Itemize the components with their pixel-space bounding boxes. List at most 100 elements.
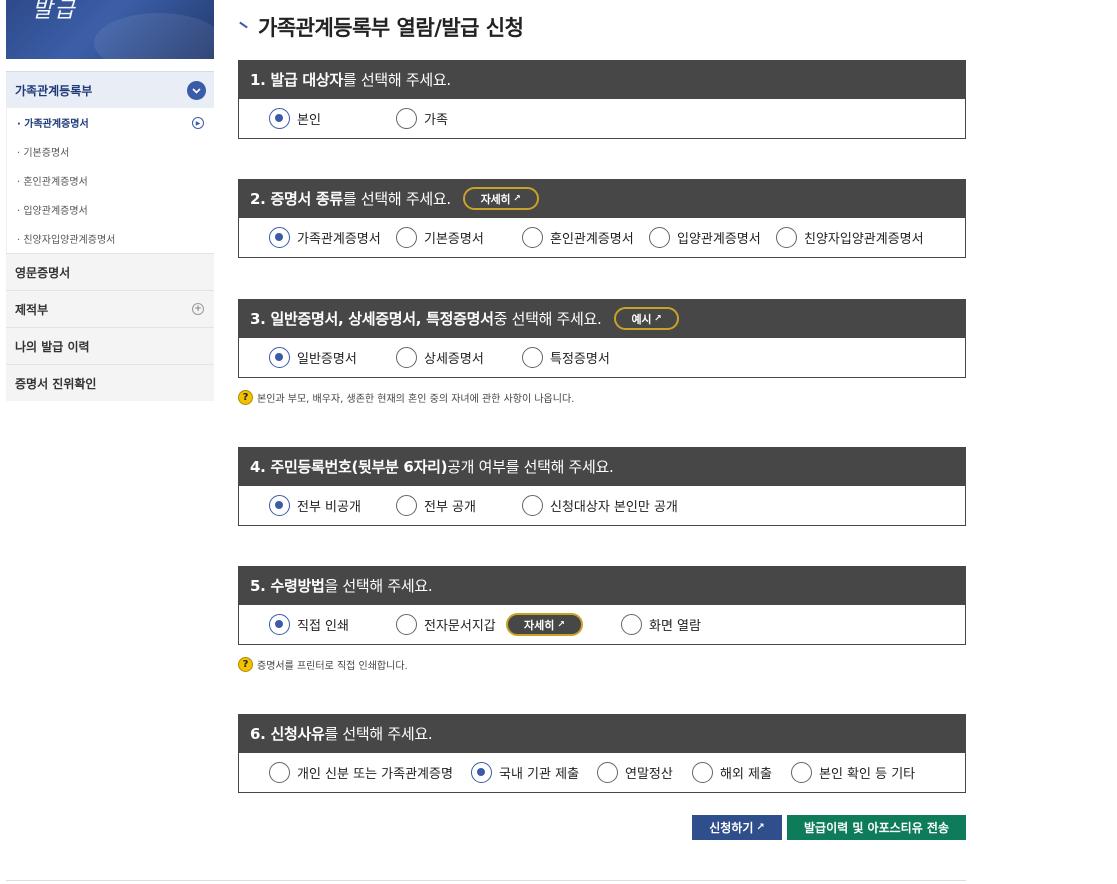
section-header-text: 을 선택해 주세요. (324, 577, 433, 595)
radio-unchecked[interactable] (396, 614, 417, 635)
details-button[interactable]: 자세히 ↗ (462, 187, 539, 210)
radio-unchecked[interactable] (269, 762, 290, 783)
section-header-bold: 5. 수령방법 (250, 577, 325, 595)
radio-unchecked[interactable] (649, 227, 670, 248)
sidebar-subitem-family-cert[interactable]: · 가족관계증명서 ▶ (7, 108, 214, 137)
radio-label: 전부 비공개 (297, 500, 361, 515)
radio-label: 친양자입양관계증명서 (804, 232, 924, 247)
radio-option-adoption-cert[interactable]: 입양관계증명서 (649, 227, 761, 248)
radio-option-print[interactable]: 직접 인쇄 (269, 614, 349, 635)
radio-label: 전부 공개 (424, 500, 476, 515)
external-link-icon: ↗ (756, 822, 765, 833)
section-applicant: 1. 발급 대상자 를 선택해 주세요. 본인 가족 (238, 60, 966, 139)
radio-label: 신청대상자 본인만 공개 (550, 500, 678, 515)
banner-decoration (94, 13, 214, 59)
send-history-apostille-button[interactable]: 발급이력 및 아포스티유 전송 (787, 815, 966, 840)
radio-option-view-screen[interactable]: 화면 열람 (621, 614, 701, 635)
sidebar-subitem-full-adoption-cert[interactable]: · 친양자입양관계증명서 (7, 224, 214, 253)
radio-option-marriage-cert[interactable]: 혼인관계증명서 (522, 227, 634, 248)
sidebar-submenu: · 가족관계증명서 ▶ · 기본증명서 · 혼인관계증명서 · 입양관계증명서 … (6, 108, 214, 253)
radio-label: 상세증명서 (424, 352, 484, 367)
radio-checked[interactable] (269, 347, 290, 368)
section-header: 5. 수령방법 을 선택해 주세요. (238, 566, 966, 605)
sidebar-banner: 발급 (6, 0, 214, 59)
details-button[interactable]: 자세히 ↗ (506, 613, 583, 636)
sidebar-subitem-label: · 친양자입양관계증명서 (17, 235, 116, 246)
radio-unchecked[interactable] (791, 762, 812, 783)
help-note: ? 증명서를 프린터로 직접 인쇄합니다. (238, 657, 408, 672)
radio-unchecked[interactable] (396, 347, 417, 368)
help-note-text: 증명서를 프린터로 직접 인쇄합니다. (257, 661, 408, 672)
sidebar-item-label: 가족관계등록부 (15, 83, 93, 98)
radio-label: 직접 인쇄 (297, 619, 349, 634)
radio-option-family-cert[interactable]: 가족관계증명서 (269, 227, 381, 248)
radio-option-other[interactable]: 본인 확인 등 기타 (791, 762, 915, 783)
sidebar-item-verify[interactable]: 증명서 진위확인 (6, 364, 214, 401)
play-icon: ▶ (192, 117, 204, 129)
radio-option-self[interactable]: 본인 (269, 108, 321, 129)
radio-option-domestic[interactable]: 국내 기관 제출 (471, 762, 579, 783)
radio-unchecked[interactable] (621, 614, 642, 635)
section-options: 개인 신분 또는 가족관계증명 국내 기관 제출 연말정산 해외 제출 본인 확… (238, 753, 966, 793)
apply-button[interactable]: 신청하기 ↗ (692, 815, 782, 840)
radio-unchecked[interactable] (396, 227, 417, 248)
radio-option-identity[interactable]: 개인 신분 또는 가족관계증명 (269, 762, 453, 783)
sidebar-subitem-adoption-cert[interactable]: · 입양관계증명서 (7, 195, 214, 224)
chevron-down-icon[interactable] (187, 81, 206, 100)
sidebar-subitem-label: · 혼인관계증명서 (17, 177, 88, 188)
radio-option-overseas[interactable]: 해외 제출 (692, 762, 772, 783)
radio-checked[interactable] (269, 108, 290, 129)
section-header: 4. 주민등록번호(뒷부분 6자리) 공개 여부를 선택해 주세요. (238, 447, 966, 486)
sidebar-subitem-basic-cert[interactable]: · 기본증명서 (7, 137, 214, 166)
radio-option-tax[interactable]: 연말정산 (597, 762, 673, 783)
radio-label: 입양관계증명서 (677, 232, 761, 247)
radio-checked[interactable] (269, 495, 290, 516)
radio-checked[interactable] (269, 227, 290, 248)
radio-label: 국내 기관 제출 (499, 767, 580, 782)
radio-label: 가족관계증명서 (297, 232, 381, 247)
radio-unchecked[interactable] (522, 347, 543, 368)
radio-option-general[interactable]: 일반증명서 (269, 347, 357, 368)
radio-option-all-hidden[interactable]: 전부 비공개 (269, 495, 361, 516)
example-button[interactable]: 예시 ↗ (613, 307, 680, 330)
radio-unchecked[interactable] (776, 227, 797, 248)
send-button-label: 발급이력 및 아포스티유 전송 (803, 821, 949, 835)
sidebar-item-label: 증명서 진위확인 (15, 376, 97, 391)
radio-unchecked[interactable] (597, 762, 618, 783)
radio-option-e-wallet[interactable]: 전자문서지갑 (396, 614, 496, 635)
radio-unchecked[interactable] (522, 495, 543, 516)
section-id-disclosure: 4. 주민등록번호(뒷부분 6자리) 공개 여부를 선택해 주세요. 전부 비공… (238, 447, 966, 526)
radio-unchecked[interactable] (692, 762, 713, 783)
radio-unchecked[interactable] (522, 227, 543, 248)
sidebar-item-removed-register[interactable]: 제적부 + (6, 290, 214, 327)
section-header-bold: 6. 신청사유 (250, 725, 325, 743)
sidebar-item-family-registry[interactable]: 가족관계등록부 (6, 71, 214, 108)
section-header-text: 공개 여부를 선택해 주세요. (447, 458, 614, 476)
radio-unchecked[interactable] (396, 108, 417, 129)
radio-option-basic-cert[interactable]: 기본증명서 (396, 227, 484, 248)
radio-option-specific[interactable]: 특정증명서 (522, 347, 610, 368)
sidebar-item-my-history[interactable]: 나의 발급 이력 (6, 327, 214, 364)
radio-checked[interactable] (471, 762, 492, 783)
section-header: 2. 증명서 종류 를 선택해 주세요. 자세히 ↗ (238, 179, 966, 218)
sidebar-subitem-label: · 입양관계증명서 (17, 206, 88, 217)
radio-checked[interactable] (269, 614, 290, 635)
section-header: 1. 발급 대상자 를 선택해 주세요. (238, 60, 966, 99)
radio-option-full-adoption-cert[interactable]: 친양자입양관계증명서 (776, 227, 924, 248)
section-header-text: 를 선택해 주세요. (342, 190, 451, 208)
sidebar-item-label: 나의 발급 이력 (15, 339, 90, 354)
section-options: 가족관계증명서 기본증명서 혼인관계증명서 입양관계증명서 친양자입양관계증명서 (238, 218, 966, 258)
radio-option-family[interactable]: 가족 (396, 108, 448, 129)
radio-option-all-public[interactable]: 전부 공개 (396, 495, 476, 516)
sidebar-subitem-marriage-cert[interactable]: · 혼인관계증명서 (7, 166, 214, 195)
radio-unchecked[interactable] (396, 495, 417, 516)
section-header-bold: 3. 일반증명서, 상세증명서, 특정증명서 (250, 310, 494, 328)
section-header-text: 를 선택해 주세요. (342, 71, 451, 89)
plus-icon[interactable]: + (192, 303, 204, 315)
footer-divider (6, 880, 966, 881)
radio-label: 전자문서지갑 (424, 619, 496, 634)
radio-option-detailed[interactable]: 상세증명서 (396, 347, 484, 368)
sidebar-item-english-cert[interactable]: 영문증명서 (6, 253, 214, 290)
radio-label: 연말정산 (625, 767, 673, 782)
radio-option-self-only[interactable]: 신청대상자 본인만 공개 (522, 495, 678, 516)
